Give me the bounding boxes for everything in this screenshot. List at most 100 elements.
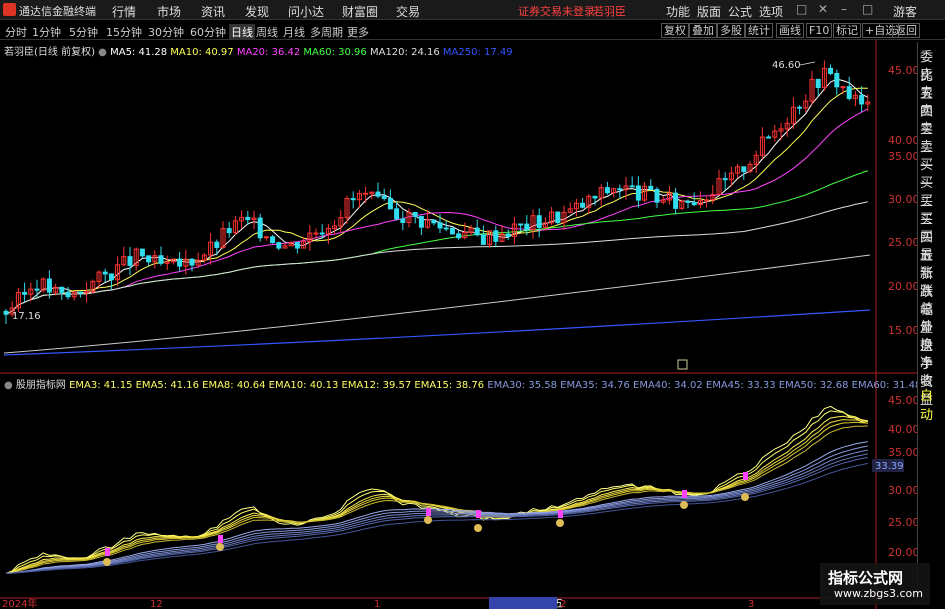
y-tick-main-6: 15.00 xyxy=(888,324,917,337)
y-tick-sub-3: 30.00 xyxy=(888,484,917,497)
period-timeshare[interactable]: 分时 xyxy=(5,24,27,40)
candle-body xyxy=(158,255,164,264)
candle-body xyxy=(480,234,486,245)
period-multi[interactable]: 多周期 xyxy=(310,24,343,40)
candle-body xyxy=(673,192,679,209)
candle-body xyxy=(46,278,52,293)
watermark-url: www.zbgs3.com xyxy=(834,587,923,600)
candle-body xyxy=(65,291,71,298)
x-tick-0: 2024年 xyxy=(2,597,37,609)
menu-wealth[interactable]: 财富圈 xyxy=(342,3,378,20)
menu-options[interactable]: 选项 xyxy=(759,3,783,20)
candle-body xyxy=(59,286,65,293)
candle-body xyxy=(555,211,561,224)
ema-legend-item-4: EMA12: 39.57 xyxy=(338,380,412,391)
ema-legend-item-8: EMA40: 34.02 xyxy=(629,380,703,391)
candle-body xyxy=(604,187,610,194)
menu-formula[interactable]: 公式 xyxy=(728,3,752,20)
menu-market[interactable]: 行情 xyxy=(112,3,136,20)
candle-body xyxy=(654,188,660,203)
low-annotation: 17.16 xyxy=(12,311,41,322)
candle-body xyxy=(245,216,251,221)
period-monthly[interactable]: 月线 xyxy=(283,24,305,40)
watermark-title: 指标公式网 xyxy=(828,569,904,587)
period-daily[interactable]: 日线 xyxy=(229,24,255,40)
period-5min[interactable]: 5分钟 xyxy=(69,24,98,40)
period-1min[interactable]: 1分钟 xyxy=(32,24,61,40)
ema-legend-item-3: EMA10: 40.13 xyxy=(265,380,339,391)
menu-news[interactable]: 资讯 xyxy=(201,3,225,20)
ema-legend-item-1: EMA5: 41.16 xyxy=(132,380,199,391)
stats-button[interactable]: 统计 xyxy=(745,23,773,38)
y-tick-main-5: 20.00 xyxy=(888,280,917,293)
settings-dot-icon[interactable]: ● xyxy=(98,47,107,58)
menu-ask[interactable]: 问小达 xyxy=(288,3,324,20)
app-logo-icon xyxy=(3,3,16,16)
overlay-button[interactable]: 叠加 xyxy=(689,23,717,38)
ema-legend-item-6: EMA30: 35.58 xyxy=(484,380,557,391)
signal-bar xyxy=(218,535,223,543)
candle-body xyxy=(691,201,697,206)
candle-body xyxy=(815,78,821,89)
menu-layout[interactable]: 版面 xyxy=(697,3,721,20)
candle-body xyxy=(722,178,728,181)
menu-guest[interactable]: 游客 xyxy=(893,3,917,20)
signal-bar xyxy=(682,490,687,498)
restore-icon[interactable]: □ xyxy=(796,2,807,16)
money-bag-icon xyxy=(741,493,749,501)
candle-body xyxy=(127,256,133,266)
mark-button[interactable]: 标记 xyxy=(833,23,861,38)
y-tick-sub-1: 40.00 xyxy=(888,423,917,436)
candle-body xyxy=(276,242,282,249)
period-weekly[interactable]: 周线 xyxy=(256,24,278,40)
ma-legend-item-4: MA120: 24.16 xyxy=(366,47,440,58)
menu-markets[interactable]: 市场 xyxy=(157,3,181,20)
y-tick-main-3: 30.00 xyxy=(888,193,917,206)
ema-legend-item-0: EMA3: 41.15 xyxy=(69,380,133,391)
y-tick-sub-0: 45.00 xyxy=(888,394,917,407)
candle-body xyxy=(431,219,437,224)
ma-legend-item-0: MA5: 41.28 xyxy=(110,47,168,58)
candle-body xyxy=(741,166,747,173)
candle-body xyxy=(443,227,449,230)
f10-button[interactable]: F10 xyxy=(806,23,833,38)
candle-body xyxy=(536,215,542,228)
ma-legend-item-3: MA60: 30.96 xyxy=(300,47,367,58)
period-15min[interactable]: 15分钟 xyxy=(106,24,142,40)
main-legend: 若羽臣(日线 前复权) ● MA5: 41.28 MA10: 40.97 MA2… xyxy=(4,43,513,58)
candle-body xyxy=(381,195,387,199)
money-bag-icon xyxy=(474,524,482,532)
ema-legend-item-2: EMA8: 40.64 xyxy=(198,380,266,391)
period-30min[interactable]: 30分钟 xyxy=(148,24,184,40)
high-annotation: 46.60 xyxy=(772,60,801,71)
ema-legend-item-10: EMA50: 32.68 xyxy=(775,380,849,391)
x-tick-4: 2 xyxy=(560,599,566,609)
candle-body xyxy=(3,310,9,315)
sub-settings-icon[interactable]: ● xyxy=(4,380,13,391)
period-more[interactable]: 更多 xyxy=(347,24,369,40)
menu-function[interactable]: 功能 xyxy=(666,3,690,20)
ema-legend-item-11: EMA60: 31.48 xyxy=(848,380,922,391)
y-tick-main-1: 40.00 xyxy=(888,134,917,147)
maximize-icon[interactable]: □ xyxy=(862,2,873,16)
ma-legend-item-1: MA10: 40.97 xyxy=(167,47,234,58)
back-button[interactable]: 返回 xyxy=(892,23,920,38)
title-menu-bar: 通达信金融终端 行情 市场 资讯 发现 问小达 财富圈 交易 证券交易未登录 若… xyxy=(0,0,945,20)
candle-body xyxy=(580,202,586,208)
chart-area[interactable]: 45.00 40.00 35.00 30.00 25.00 20.00 15.00 45.0… xyxy=(0,40,917,609)
candle-body xyxy=(294,242,300,249)
signal-bar xyxy=(743,472,748,480)
period-60min[interactable]: 60分钟 xyxy=(190,24,226,40)
close-icon[interactable]: ✕ xyxy=(818,2,828,16)
sidebar-item-19[interactable]: 自动 xyxy=(920,385,945,423)
candle-body xyxy=(828,67,834,74)
quote-sidebar: 委比 卖五 卖四 卖三 卖二 卖一 买一 买二 买三 买四 买五 最新 涨跌 涨幅 总量 外盘 换手 净资 收益 自动 xyxy=(917,42,945,602)
money-bag-icon xyxy=(680,501,688,509)
adjust-button[interactable]: 复权 xyxy=(661,23,689,38)
drawline-button[interactable]: 画线 xyxy=(776,23,804,38)
multistock-button[interactable]: 多股 xyxy=(717,23,745,38)
menu-discover[interactable]: 发现 xyxy=(245,3,269,20)
menu-trade[interactable]: 交易 xyxy=(396,3,420,20)
candle-body xyxy=(834,72,840,88)
minimize-icon[interactable]: – xyxy=(841,2,847,16)
